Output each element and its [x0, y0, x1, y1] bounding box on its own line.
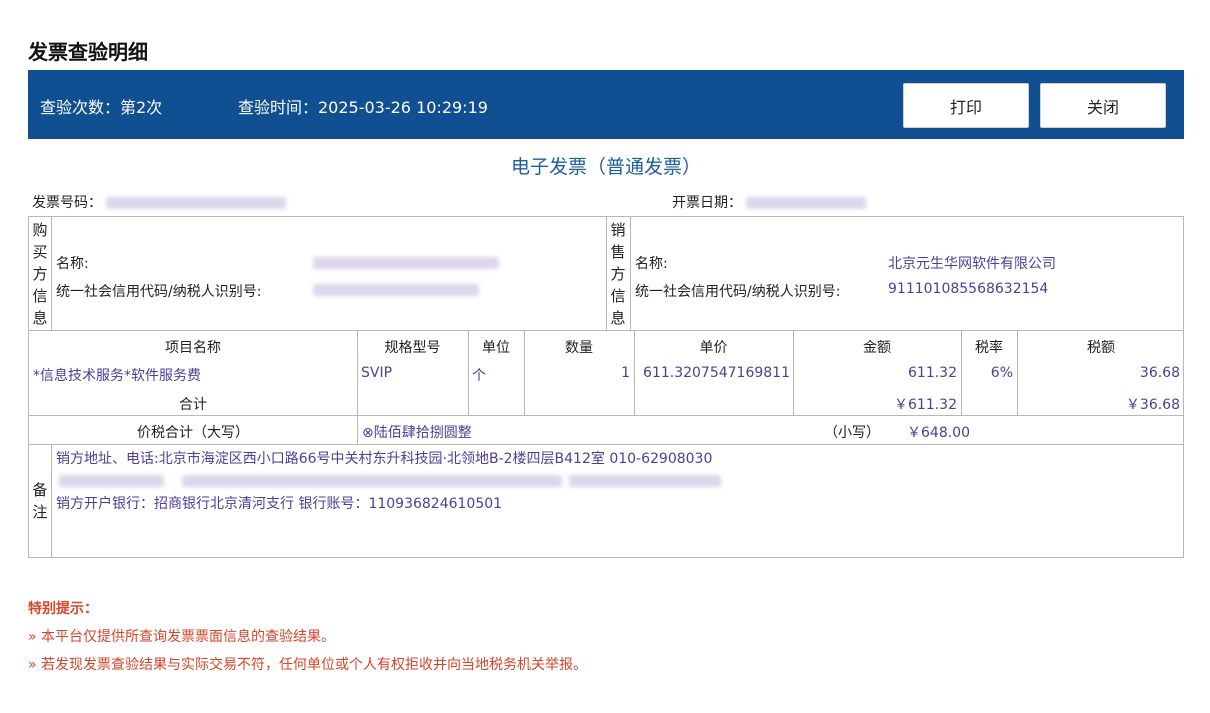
total-label: 价税合计（大写）: [137, 425, 249, 441]
close-button[interactable]: 关闭: [1040, 83, 1166, 128]
item-unit: 个: [472, 368, 486, 384]
total-row: 价税合计（大写） ⊗陆佰肆拾捌圆整 （小写） ￥648.00: [28, 415, 1184, 445]
buyer-tax-id-redacted: [313, 284, 479, 296]
col-header-spec: 规格型号: [384, 340, 441, 356]
invoice-date-field: 开票日期：: [672, 192, 867, 212]
col-header-tax-amount: 税额: [1087, 340, 1115, 356]
check-count: 查验次数：第2次: [40, 98, 163, 117]
seller-tax-id: 911101085568632154: [888, 281, 1049, 297]
items-table: 项目名称 规格型号 单位 数量 单价 金额 税率 税额 *信息技术服务*软件服务…: [28, 330, 1184, 416]
tip-item-1: » 本平台仅提供所查询发票票面信息的查验结果。: [28, 629, 336, 645]
item-unit-price: 611.3207547169811: [643, 365, 790, 381]
subtotal-label: 合计: [179, 397, 207, 413]
tip-item-2: » 若发现发票查验结果与实际交易不符，任何单位或个人有权拒收并向当地税务机关举报…: [28, 657, 588, 673]
item-qty: 1: [621, 365, 630, 381]
print-button[interactable]: 打印: [903, 83, 1029, 128]
party-info-table: 购 买 方 信 息 名称: 统一社会信用代码/纳税人识别号: 销 售 方 信 息…: [28, 216, 1184, 331]
col-header-tax-rate: 税率: [975, 340, 1003, 356]
item-name: *信息技术服务*软件服务费: [33, 368, 201, 384]
subtotal-tax: ￥36.68: [1125, 397, 1180, 413]
item-tax-amount: 36.68: [1139, 365, 1180, 381]
subtotal-amount: ￥611.32: [894, 397, 957, 413]
remarks-table: 备 注 销方地址、电话:北京市海淀区西小口路66号中关村东升科技园·北领地B-2…: [28, 444, 1184, 558]
page-title: 发票查验明细: [28, 40, 148, 64]
seller-tax-id-label: 统一社会信用代码/纳税人识别号:: [635, 284, 841, 300]
item-amount: 611.32: [908, 365, 957, 381]
invoice-number-field: 发票号码：: [32, 192, 287, 212]
invoice-type-title: 电子发票（普通发票）: [510, 156, 701, 178]
seller-name-label: 名称:: [635, 256, 668, 272]
invoice-number-redacted: [106, 197, 287, 209]
col-header-amount: 金额: [863, 340, 891, 356]
invoice-date-label: 开票日期：: [672, 195, 742, 211]
col-header-unit-price: 单价: [699, 340, 728, 356]
remarks-redacted-3: [569, 475, 721, 487]
invoice-number-label: 发票号码：: [32, 195, 102, 211]
remarks-redacted-2: [182, 475, 562, 487]
item-spec: SVIP: [361, 365, 393, 381]
col-header-qty: 数量: [565, 340, 593, 356]
buyer-tax-id-label: 统一社会信用代码/纳税人识别号:: [56, 284, 262, 300]
check-time: 查验时间：2025-03-26 10:29:19: [238, 98, 488, 117]
remarks-redacted-1: [59, 475, 164, 487]
remarks-seller-address: 销方地址、电话:北京市海淀区西小口路66号中关村东升科技园·北领地B-2楼四层B…: [56, 451, 713, 467]
verification-header-bar: 查验次数：第2次 查验时间：2025-03-26 10:29:19 打印 关闭: [28, 70, 1184, 139]
total-lower-label: （小写）: [824, 425, 880, 441]
seller-section-label: 销 售 方 信 息: [610, 221, 626, 327]
seller-name: 北京元生华网软件有限公司: [888, 256, 1056, 272]
buyer-name-label: 名称:: [56, 256, 89, 272]
remarks-section-label: 备 注: [32, 481, 48, 521]
total-lower: ￥648.00: [907, 425, 970, 441]
total-upper: ⊗陆佰肆拾捌圆整: [362, 425, 472, 441]
buyer-section-label: 购 买 方 信 息: [32, 221, 48, 327]
col-header-unit: 单位: [482, 340, 510, 356]
col-header-item-name: 项目名称: [165, 340, 221, 356]
remarks-seller-bank: 销方开户银行：招商银行北京清河支行 银行账号：110936824610501: [56, 496, 503, 512]
tips-title: 特别提示：: [28, 601, 98, 617]
item-tax-rate: 6%: [990, 365, 1013, 381]
invoice-date-redacted: [746, 197, 867, 209]
buyer-name-redacted: [313, 257, 499, 269]
